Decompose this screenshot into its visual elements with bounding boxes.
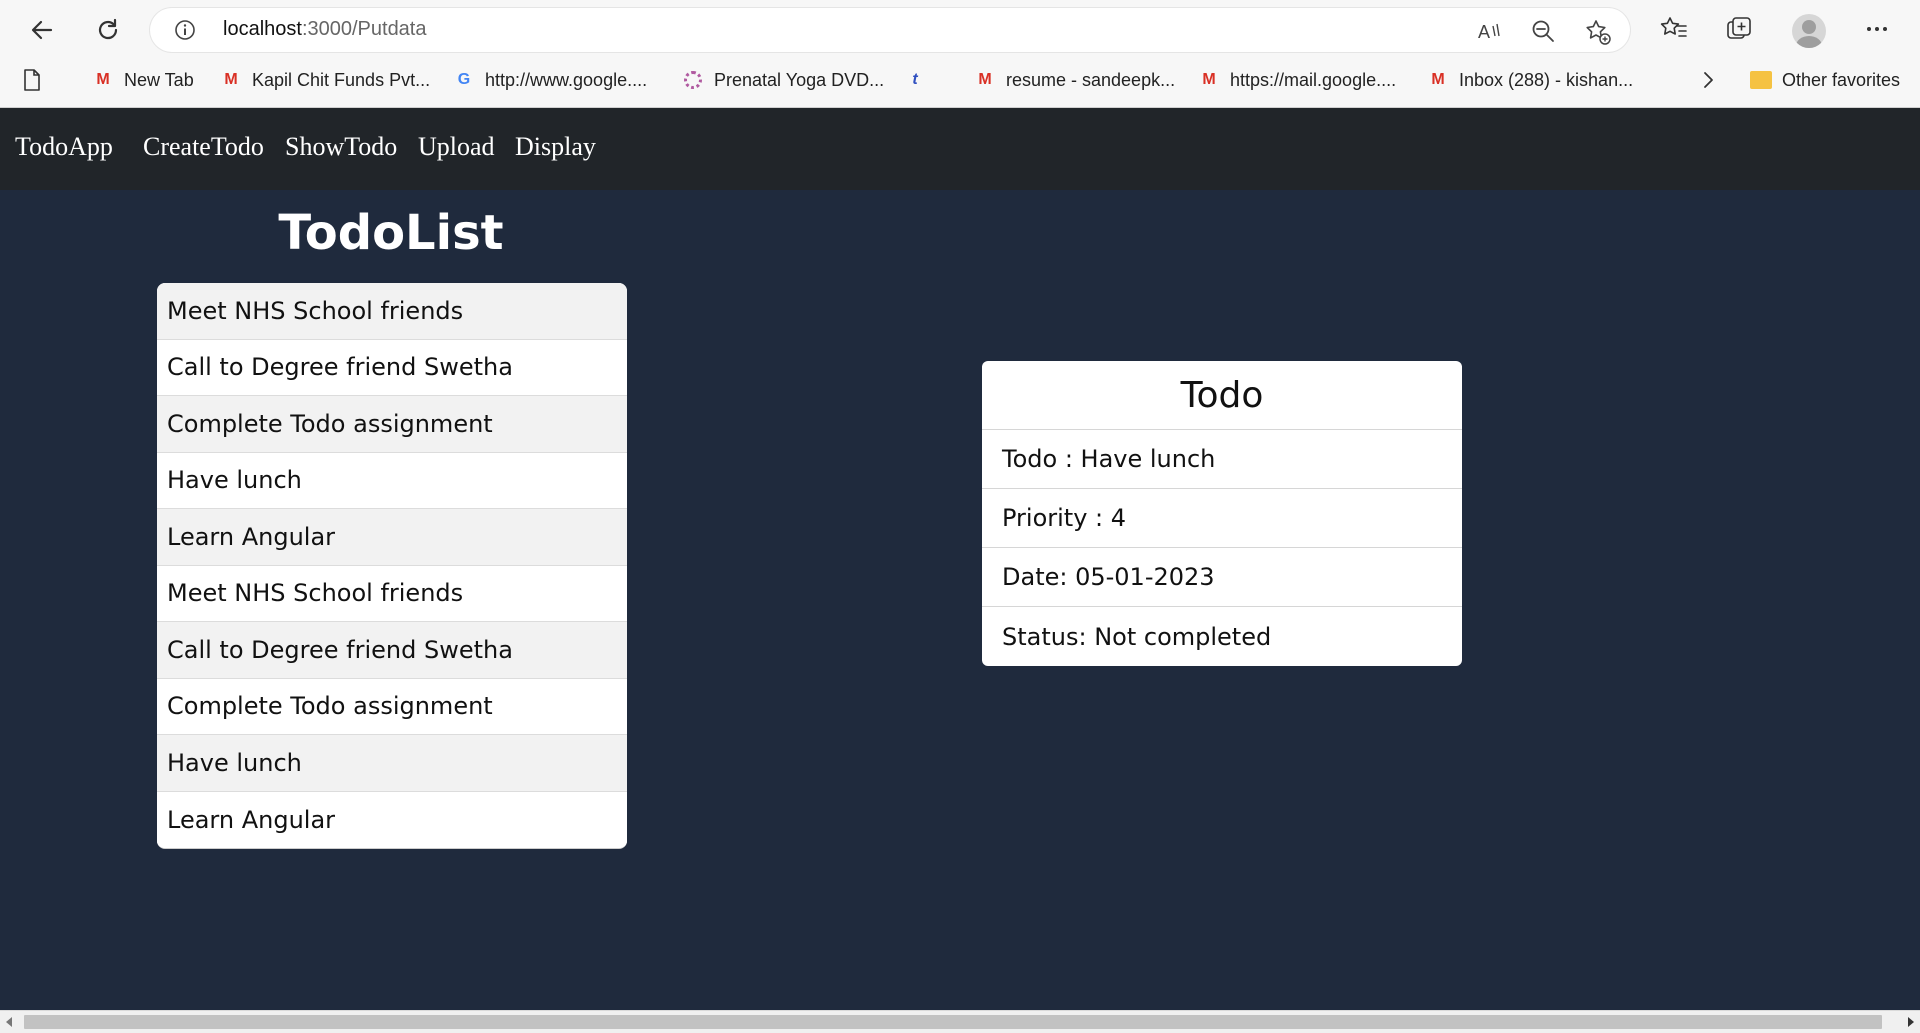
bookmark-label: https://mail.google.... <box>1230 69 1397 90</box>
svg-text:A: A <box>1478 22 1490 42</box>
bookmark-label: Kapil Chit Funds Pvt... <box>252 69 431 90</box>
more-icon[interactable] <box>1862 14 1894 46</box>
list-item[interactable]: Have lunch <box>157 735 627 792</box>
list-item[interactable]: Call to Degree friend Swetha <box>157 339 627 396</box>
collections-icon[interactable] <box>1724 14 1756 46</box>
bookmark-new-tab[interactable]: M New Tab <box>92 68 194 92</box>
todo-detail-name: Todo : Have lunch <box>982 430 1462 489</box>
favorites-icon[interactable] <box>1659 14 1691 46</box>
list-item[interactable]: Have lunch <box>157 452 627 509</box>
bookmarks-bar: M New Tab M Kapil Chit Funds Pvt... G ht… <box>0 60 1920 100</box>
url-host: localhost <box>223 18 302 40</box>
gmail-icon: M <box>1431 71 1445 88</box>
bookmark-label: resume - sandeepk... <box>1006 69 1176 90</box>
nav-link-upload[interactable]: Upload <box>418 132 495 162</box>
folder-icon <box>1750 69 1772 91</box>
scroll-right-icon[interactable] <box>1908 1017 1914 1027</box>
chevron-right-icon[interactable] <box>1698 68 1718 92</box>
profile-avatar[interactable] <box>1792 14 1826 48</box>
list-item[interactable]: Learn Angular <box>157 791 627 848</box>
yoga-icon <box>682 69 704 91</box>
read-aloud-icon[interactable]: A <box>1476 18 1502 44</box>
todo-list-title: TodoList <box>278 205 504 261</box>
gmail-icon: M <box>1202 71 1216 88</box>
list-item[interactable]: Call to Degree friend Swetha <box>157 622 627 679</box>
scroll-left-icon[interactable] <box>6 1017 12 1027</box>
bookmark-label: Prenatal Yoga DVD... <box>714 69 885 90</box>
bookmark-label: Inbox (288) - kishan... <box>1459 69 1634 90</box>
zoom-out-icon[interactable] <box>1530 18 1556 44</box>
app-navbar: TodoApp CreateTodo ShowTodo Upload Displ… <box>0 108 1920 190</box>
scrollbar-thumb[interactable] <box>24 1015 1882 1029</box>
refresh-icon[interactable] <box>90 12 126 48</box>
todo-detail-date: Date: 05-01-2023 <box>982 548 1462 607</box>
bookmark-label: http://www.google.... <box>485 69 648 90</box>
bookmark-resume[interactable]: M resume - sandeepk... <box>974 68 1175 92</box>
todo-detail-card: Todo Todo : Have lunch Priority : 4 Date… <box>982 361 1462 666</box>
nav-link-createtodo[interactable]: CreateTodo <box>143 132 264 162</box>
nav-link-showtodo[interactable]: ShowTodo <box>285 132 397 162</box>
horizontal-scrollbar[interactable] <box>0 1010 1920 1033</box>
brand-link[interactable]: TodoApp <box>15 132 113 162</box>
todo-detail-title: Todo <box>982 361 1462 430</box>
gmail-icon: M <box>224 71 238 88</box>
todo-detail-priority: Priority : 4 <box>982 489 1462 548</box>
bookmark-google[interactable]: G http://www.google.... <box>453 68 647 92</box>
list-item[interactable]: Meet NHS School friends <box>157 565 627 622</box>
todo-list: Meet NHS School friends Call to Degree f… <box>157 283 627 849</box>
bookmark-inbox[interactable]: M Inbox (288) - kishan... <box>1427 68 1633 92</box>
list-item[interactable]: Learn Angular <box>157 509 627 566</box>
bookmark-label: New Tab <box>124 69 194 90</box>
back-icon[interactable] <box>24 12 60 48</box>
bookmark-kapil-chit-funds[interactable]: M Kapil Chit Funds Pvt... <box>220 68 430 92</box>
tumblr-icon: t <box>912 71 918 88</box>
gmail-icon: M <box>96 71 110 88</box>
bookmark-tumblr[interactable]: t <box>904 68 936 92</box>
add-favorite-icon[interactable] <box>1584 18 1611 45</box>
list-item[interactable]: Meet NHS School friends <box>157 283 627 340</box>
page-icon[interactable] <box>22 68 42 92</box>
bookmark-prenatal-yoga[interactable]: Prenatal Yoga DVD... <box>682 68 884 92</box>
list-item[interactable]: Complete Todo assignment <box>157 396 627 453</box>
browser-chrome: localhost:3000/Putdata A M New Tab M Kap… <box>0 0 1920 108</box>
info-icon[interactable] <box>174 19 196 41</box>
nav-link-display[interactable]: Display <box>515 132 596 162</box>
google-icon: G <box>457 71 471 88</box>
other-favorites-label: Other favorites <box>1782 69 1901 90</box>
gmail-icon: M <box>978 71 992 88</box>
url-text[interactable]: localhost:3000/Putdata <box>223 18 427 41</box>
browser-toolbar: localhost:3000/Putdata A <box>0 0 1920 60</box>
address-bar[interactable]: localhost:3000/Putdata A <box>150 8 1630 52</box>
bookmark-mail-google[interactable]: M https://mail.google.... <box>1198 68 1396 92</box>
list-item[interactable]: Complete Todo assignment <box>157 678 627 735</box>
other-favorites[interactable]: Other favorites <box>1750 68 1900 92</box>
url-path: :3000/Putdata <box>301 18 427 40</box>
todo-detail-status: Status: Not completed <box>1002 622 1272 651</box>
